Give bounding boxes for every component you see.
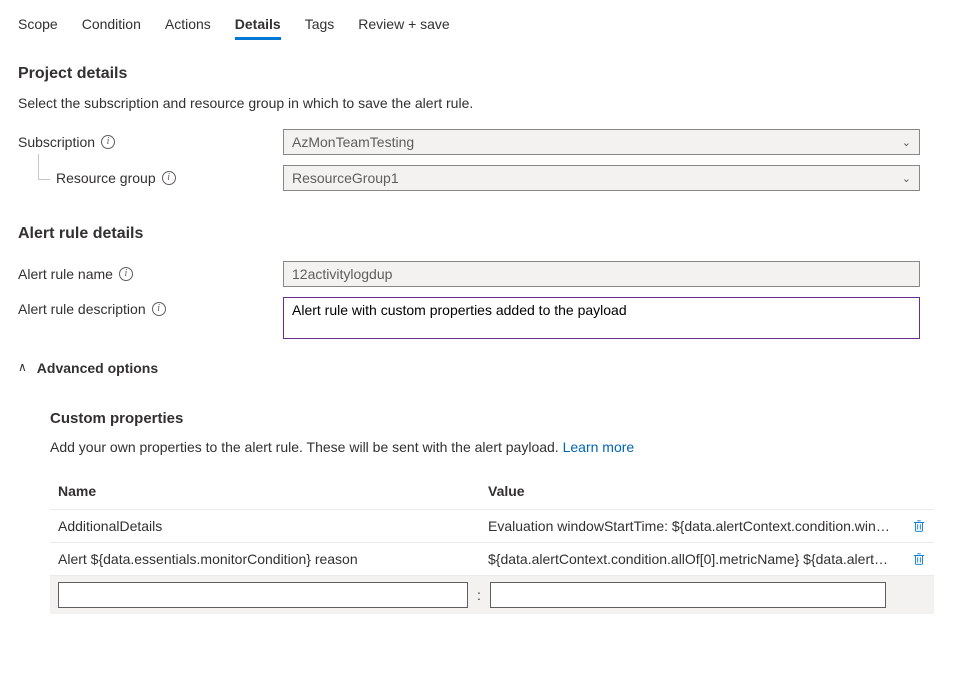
resource-group-select-value: ResourceGroup1 (292, 170, 399, 186)
chevron-up-icon: ∧ (18, 360, 27, 374)
resource-group-select[interactable]: ResourceGroup1 ⌄ (283, 165, 920, 191)
tab-condition[interactable]: Condition (82, 12, 141, 40)
info-icon[interactable]: i (101, 135, 115, 149)
table-row: AdditionalDetails Evaluation windowStart… (50, 510, 934, 543)
tabs-bar: Scope Condition Actions Details Tags Rev… (0, 6, 968, 41)
alert-rule-name-input (283, 261, 920, 287)
subscription-label: Subscription (18, 134, 95, 150)
row-value: Evaluation windowStartTime: ${data.alert… (488, 518, 904, 534)
advanced-options-label: Advanced options (37, 360, 158, 376)
row-name: Alert ${data.essentials.monitorCondition… (58, 551, 488, 567)
chevron-down-icon: ⌄ (902, 136, 911, 149)
colon-separator: : (472, 587, 486, 603)
col-header-value: Value (488, 483, 904, 499)
tab-tags[interactable]: Tags (305, 12, 335, 40)
subscription-select-value: AzMonTeamTesting (292, 134, 414, 150)
row-value: ${data.alertContext.condition.allOf[0].m… (488, 551, 904, 567)
custom-properties-section: Custom properties Add your own propertie… (18, 410, 950, 614)
alert-rule-description-input[interactable] (283, 297, 920, 339)
new-property-name-input[interactable] (58, 582, 468, 608)
chevron-down-icon: ⌄ (902, 172, 911, 185)
table-header: Name Value (50, 475, 934, 510)
row-name: AdditionalDetails (58, 518, 488, 534)
col-header-name: Name (58, 483, 488, 499)
info-icon[interactable]: i (152, 302, 166, 316)
alert-rule-name-label: Alert rule name (18, 266, 113, 282)
project-details-description: Select the subscription and resource gro… (18, 95, 950, 111)
tab-details[interactable]: Details (235, 12, 281, 40)
alert-rule-heading: Alert rule details (18, 225, 950, 243)
tab-review[interactable]: Review + save (358, 12, 449, 40)
custom-properties-table: Name Value AdditionalDetails Evaluation … (50, 475, 934, 614)
subscription-select[interactable]: AzMonTeamTesting ⌄ (283, 129, 920, 155)
info-icon[interactable]: i (162, 171, 176, 185)
info-icon[interactable]: i (119, 267, 133, 281)
tab-scope[interactable]: Scope (18, 12, 58, 40)
table-edit-row: : (50, 576, 934, 614)
new-property-value-input[interactable] (490, 582, 886, 608)
custom-properties-heading: Custom properties (50, 410, 950, 427)
alert-rule-desc-label: Alert rule description (18, 301, 146, 317)
tab-actions[interactable]: Actions (165, 12, 211, 40)
project-details-heading: Project details (18, 65, 950, 83)
custom-properties-desc: Add your own properties to the alert rul… (50, 439, 563, 455)
resource-group-label: Resource group (56, 170, 156, 186)
advanced-options-toggle[interactable]: ∧ Advanced options (18, 360, 950, 376)
project-details-section: Project details Select the subscription … (0, 41, 968, 191)
tree-connector (38, 154, 50, 180)
table-row: Alert ${data.essentials.monitorCondition… (50, 543, 934, 576)
delete-icon[interactable] (912, 519, 926, 533)
learn-more-link[interactable]: Learn more (563, 439, 635, 455)
alert-rule-details-section: Alert rule details Alert rule name i Ale… (0, 201, 968, 614)
delete-icon[interactable] (912, 552, 926, 566)
